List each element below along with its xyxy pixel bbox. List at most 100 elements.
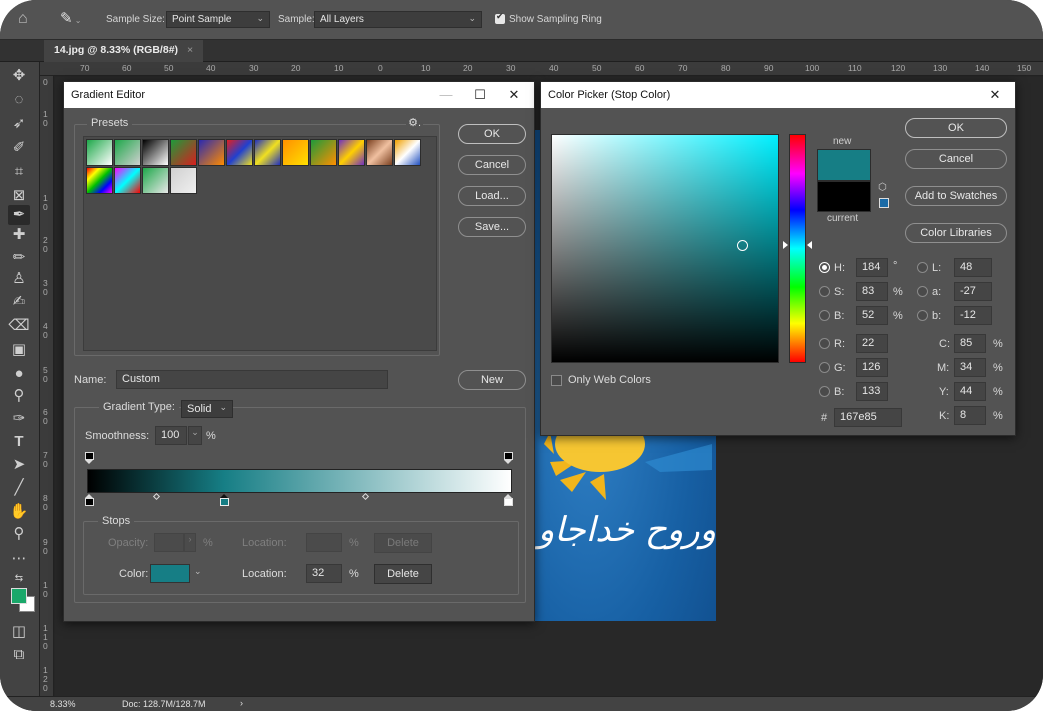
color-selector-circle[interactable] (737, 240, 748, 251)
new-button[interactable]: New (458, 370, 526, 390)
marquee-tool-icon[interactable]: ◌ (8, 90, 30, 110)
more-tools-icon[interactable]: ⋯ (8, 549, 30, 569)
frame-tool-icon[interactable]: ⊠ (8, 186, 30, 206)
color-delete-button[interactable]: Delete (374, 564, 432, 584)
g-input[interactable]: 126 (856, 358, 888, 377)
zoom-tool-icon[interactable]: ⚲ (8, 524, 30, 544)
close-tab-icon[interactable]: × (187, 44, 193, 56)
ok-button[interactable]: OK (905, 118, 1007, 138)
gradient-tool-icon[interactable]: ▣ (8, 340, 30, 360)
gradient-preset-swatch[interactable] (86, 139, 113, 166)
move-tool-icon[interactable]: ✥ (8, 66, 30, 86)
status-arrow-icon[interactable]: › (240, 698, 243, 708)
opacity-stop-right[interactable] (504, 452, 513, 464)
gradient-preset-swatch[interactable] (254, 139, 281, 166)
lasso-tool-icon[interactable]: ➶ (8, 114, 30, 134)
gradient-preset-swatch[interactable] (170, 139, 197, 166)
b-rgb-input[interactable]: 133 (856, 382, 888, 401)
screen-mode-icon[interactable]: ⧉ (8, 645, 30, 665)
quick-selection-tool-icon[interactable]: ✐ (8, 138, 30, 158)
sample-size-dropdown[interactable]: Point Sample ⌄ (166, 11, 270, 28)
h-input[interactable]: 184 (856, 258, 888, 277)
opacity-location-input[interactable] (306, 533, 342, 552)
gamut-warning-cube-icon[interactable]: ⬡ (878, 182, 887, 193)
y-input[interactable]: 44 (954, 382, 986, 401)
close-icon[interactable]: ✕ (498, 82, 530, 108)
b-lab-radio[interactable] (917, 310, 928, 321)
color-stop-right[interactable] (504, 494, 513, 507)
gradient-preset-swatch[interactable] (366, 139, 393, 166)
color-stop-left[interactable] (85, 494, 94, 507)
crop-tool-icon[interactable]: ⌗ (8, 162, 30, 182)
type-tool-icon[interactable]: T (8, 432, 30, 452)
hand-tool-icon[interactable]: ✋ (8, 502, 30, 522)
opacity-stop-left[interactable] (85, 452, 94, 464)
gradient-type-dropdown[interactable]: Solid ⌄ (181, 400, 233, 418)
gradient-preset-swatch[interactable] (114, 139, 141, 166)
color-stop-selected[interactable] (220, 494, 229, 507)
cancel-button[interactable]: Cancel (905, 149, 1007, 169)
show-sampling-ring-checkbox[interactable]: ✔ (495, 11, 505, 24)
history-brush-tool-icon[interactable]: ✍ (8, 292, 30, 312)
saturation-brightness-field[interactable] (551, 134, 779, 363)
document-tab[interactable]: 14.jpg @ 8.33% (RGB/8#) × (44, 40, 204, 62)
s-radio[interactable] (819, 286, 830, 297)
gradient-preset-swatch[interactable] (170, 167, 197, 194)
hue-slider-right-arrow[interactable] (807, 241, 812, 249)
b-hsb-input[interactable]: 52 (856, 306, 888, 325)
dodge-tool-icon[interactable]: ⚲ (8, 386, 30, 406)
swap-colors-icon[interactable]: ⇆ (8, 569, 30, 589)
home-icon[interactable]: ⌂ (18, 10, 38, 30)
load-button[interactable]: Load... (458, 186, 526, 206)
m-input[interactable]: 34 (954, 358, 986, 377)
add-to-swatches-button[interactable]: Add to Swatches (905, 186, 1007, 206)
save-button[interactable]: Save... (458, 217, 526, 237)
gradient-preset-swatch[interactable] (142, 167, 169, 194)
path-selection-tool-icon[interactable]: ➤ (8, 455, 30, 475)
hex-input[interactable]: 167e85 (834, 408, 902, 427)
brush-tool-icon[interactable]: ✏ (8, 248, 30, 268)
foreground-color-swatch[interactable] (11, 588, 27, 604)
l-input[interactable]: 48 (954, 258, 992, 277)
k-input[interactable]: 8 (954, 406, 986, 425)
color-location-input[interactable]: 32 (306, 564, 342, 583)
only-web-colors-checkbox[interactable] (551, 375, 562, 386)
opacity-dropdown-icon[interactable]: › (184, 533, 196, 552)
cancel-button[interactable]: Cancel (458, 155, 526, 175)
a-radio[interactable] (917, 286, 928, 297)
b-lab-input[interactable]: -12 (954, 306, 992, 325)
stop-color-swatch[interactable] (150, 564, 190, 583)
gradient-preset-swatch[interactable] (114, 167, 141, 194)
hue-slider-left-arrow[interactable] (783, 241, 788, 249)
b-hsb-radio[interactable] (819, 310, 830, 321)
gradient-preset-swatch[interactable] (394, 139, 421, 166)
gradient-preset-swatch[interactable] (226, 139, 253, 166)
midpoint-diamond[interactable] (361, 492, 370, 501)
gradient-preset-swatch[interactable] (282, 139, 309, 166)
smoothness-input[interactable]: 100 (155, 426, 187, 445)
a-input[interactable]: -27 (954, 282, 992, 301)
maximize-icon[interactable]: ☐ (464, 82, 496, 108)
gradient-preset-swatch[interactable] (198, 139, 225, 166)
ok-button[interactable]: OK (458, 124, 526, 144)
r-radio[interactable] (819, 338, 830, 349)
quick-mask-icon[interactable]: ◫ (8, 622, 30, 642)
chevron-down-icon[interactable]: ⌄ (194, 566, 202, 577)
color-libraries-button[interactable]: Color Libraries (905, 223, 1007, 243)
line-tool-icon[interactable]: ╱ (8, 478, 30, 498)
gradient-preset-swatch[interactable] (142, 139, 169, 166)
presets-gear-icon[interactable]: ⚙. (406, 116, 423, 129)
zoom-level[interactable]: 8.33% (50, 699, 76, 709)
opacity-input[interactable] (154, 533, 184, 552)
close-icon[interactable]: ✕ (979, 82, 1011, 108)
name-input[interactable]: Custom (116, 370, 388, 389)
b-rgb-radio[interactable] (819, 386, 830, 397)
current-color-swatch[interactable] (817, 181, 871, 212)
eyedropper-tool-icon[interactable]: ✒ (8, 205, 30, 225)
midpoint-diamond[interactable] (152, 492, 161, 501)
clone-stamp-tool-icon[interactable]: ♙ (8, 269, 30, 289)
blur-tool-icon[interactable]: ● (8, 364, 30, 384)
l-radio[interactable] (917, 262, 928, 273)
sample-dropdown[interactable]: All Layers ⌄ (314, 11, 482, 28)
g-radio[interactable] (819, 362, 830, 373)
